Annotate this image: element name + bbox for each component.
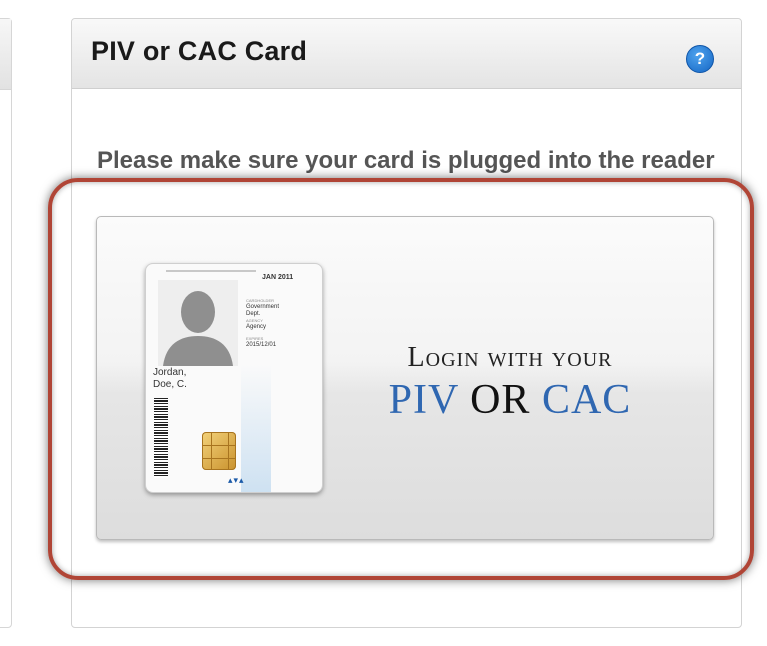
left-panel-edge <box>0 18 12 628</box>
help-icon[interactable]: ? <box>686 45 714 73</box>
left-panel-header <box>0 19 11 90</box>
panel-header: PIV or CAC Card ? <box>72 19 741 89</box>
highlight-annotation <box>48 178 754 580</box>
instructions-text: Please make sure your card is plugged in… <box>97 147 715 174</box>
panel-title: PIV or CAC Card <box>91 36 308 66</box>
